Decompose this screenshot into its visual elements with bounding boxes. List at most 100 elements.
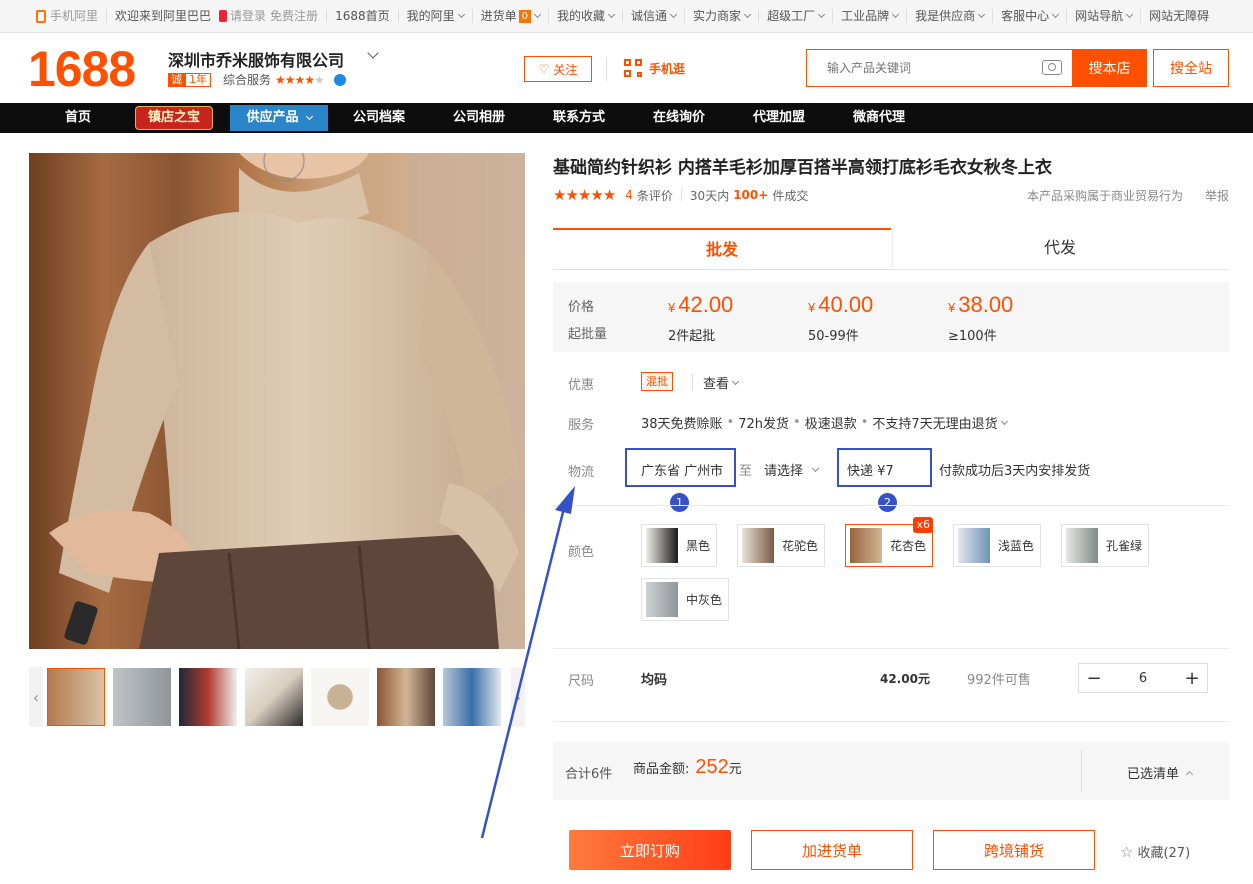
ship-from-location[interactable]: 广东省 广州市: [641, 460, 723, 479]
to-word: 至: [739, 464, 753, 479]
site-nav-menu[interactable]: 网站导航: [1067, 9, 1142, 23]
color-option-apricot[interactable]: 花杏色 x6: [845, 517, 933, 567]
my-ali-menu[interactable]: 我的阿里: [399, 9, 473, 23]
thumbnail[interactable]: [245, 668, 303, 726]
color-option-peacock-green[interactable]: 孔雀绿: [1061, 524, 1149, 567]
tier-price: ¥38.00: [948, 292, 1014, 317]
chevron-down-icon: [978, 10, 986, 19]
deals-prefix: 30天内: [689, 188, 730, 203]
favorites-menu[interactable]: 我的收藏: [549, 9, 624, 23]
plus-button[interactable]: +: [1177, 664, 1207, 692]
nav-supply[interactable]: 供应产品: [230, 105, 328, 131]
color-option-black[interactable]: 黑色: [641, 524, 717, 567]
currency-symbol: ¥: [668, 300, 676, 315]
destination-select[interactable]: 请选择: [764, 460, 820, 479]
main-product-image[interactable]: [29, 153, 525, 649]
chevron-down-icon: [457, 10, 465, 19]
register-link[interactable]: 免费注册: [270, 9, 318, 23]
color-option-medium-gray[interactable]: 中灰色: [641, 578, 729, 621]
amount-unit: 元: [728, 762, 742, 777]
thumbnail[interactable]: [311, 668, 369, 726]
report-link[interactable]: 举报: [1205, 187, 1229, 204]
mobile-ali-link[interactable]: 手机阿里: [28, 9, 108, 23]
accessible-link[interactable]: 网站无障碍: [1141, 9, 1217, 23]
view-promo-button[interactable]: 查看: [703, 373, 740, 392]
moq-label: 起批量: [568, 327, 608, 342]
thumbnail[interactable]: [179, 668, 237, 726]
color-swatch: [1066, 528, 1098, 563]
supplier-menu[interactable]: 我是供应商: [907, 9, 994, 23]
login-link[interactable]: 请登录: [230, 9, 266, 23]
color-option-camel[interactable]: 花驼色: [737, 524, 825, 567]
strength-menu[interactable]: 实力商家: [685, 9, 760, 23]
crossborder-button[interactable]: 跨境铺货: [933, 830, 1095, 870]
tab-wholesale[interactable]: 批发: [553, 228, 891, 269]
size-price: 42.00元: [880, 672, 930, 686]
shop-nav: 首页 镇店之宝 供应产品 公司档案 公司相册 联系方式 在线询价 代理加盟 微商…: [0, 103, 1253, 133]
company-name[interactable]: 深圳市乔米服饰有限公司: [168, 47, 344, 71]
nav-agent[interactable]: 代理加盟: [729, 103, 829, 133]
seller-badges: 诚 1年 综合服务 ★★★★★: [168, 71, 346, 88]
cart-count-badge: 0: [518, 9, 532, 23]
home-1688-link[interactable]: 1688首页: [327, 9, 399, 23]
thumbnail[interactable]: [113, 668, 171, 726]
chevron-right-icon[interactable]: ›: [511, 667, 525, 727]
color-swatch: [742, 528, 774, 563]
chengxintong-menu[interactable]: 诚信通: [623, 9, 686, 23]
thumbnail[interactable]: [443, 668, 501, 726]
size-value: 均码: [641, 673, 668, 688]
favorite-button[interactable]: ☆ 收藏(27): [1120, 842, 1190, 862]
tier-price: ¥40.00: [808, 292, 874, 317]
arrow-head: [555, 486, 575, 514]
chevron-down-icon: [1052, 10, 1060, 19]
star-icon: ★: [314, 72, 325, 87]
service-menu[interactable]: 客服中心: [993, 9, 1068, 23]
follow-button[interactable]: ♡ 关注: [524, 56, 592, 82]
logo[interactable]: 1688: [28, 41, 136, 97]
quantity-badge: x6: [913, 517, 933, 533]
minus-button[interactable]: −: [1079, 664, 1109, 692]
wangwang-chat-icon[interactable]: [333, 73, 346, 86]
thumbnail[interactable]: [47, 668, 105, 726]
color-swatch: [646, 582, 678, 617]
chevron-left-icon[interactable]: ‹: [29, 667, 43, 727]
search-all-button[interactable]: 搜全站: [1153, 49, 1229, 87]
shipping-fee: 快递 ¥7: [847, 464, 894, 479]
review-count[interactable]: 4: [625, 188, 633, 202]
search-input[interactable]: [807, 50, 1027, 86]
amount-value: 252: [695, 756, 729, 778]
stock-available: 992件可售: [967, 673, 1031, 688]
search-store-button[interactable]: 搜本店: [1072, 49, 1147, 87]
chevron-down-icon[interactable]: [367, 47, 379, 59]
nav-album[interactable]: 公司相册: [429, 103, 529, 133]
nav-home[interactable]: 首页: [0, 103, 156, 133]
add-to-cart-button[interactable]: 加进货单: [751, 830, 913, 870]
selected-list-toggle[interactable]: 已选清单: [1127, 763, 1194, 782]
color-option-light-blue[interactable]: 浅蓝色: [953, 524, 1041, 567]
nav-inquiry[interactable]: 在线询价: [629, 103, 729, 133]
search-box: [806, 49, 1072, 87]
service-list[interactable]: 38天免费赊账 • 72h发货 • 极速退款 • 不支持7天无理由退货: [641, 413, 1008, 432]
color-swatch: [850, 528, 882, 563]
quantity-value[interactable]: 6: [1109, 671, 1177, 686]
price-tier: ¥38.00 ≥100件: [948, 290, 1013, 344]
nav-treasure[interactable]: 镇店之宝: [135, 106, 214, 130]
thumbnail[interactable]: [377, 668, 435, 726]
brand-menu[interactable]: 工业品牌: [833, 9, 908, 23]
heart-icon: ♡: [538, 62, 550, 76]
mobile-shop-link[interactable]: 手机逛: [624, 59, 685, 77]
chevron-down-icon: [731, 377, 740, 385]
nav-contact[interactable]: 联系方式: [529, 103, 629, 133]
nav-profile[interactable]: 公司档案: [329, 103, 429, 133]
currency-symbol: ¥: [948, 300, 956, 315]
product-title: 基础简约针织衫 内搭羊毛衫加厚百搭半高领打底衫毛衣女秋冬上衣: [553, 158, 1052, 178]
tab-dropship[interactable]: 代发: [891, 228, 1229, 269]
camera-icon[interactable]: [1042, 60, 1062, 75]
trade-note: 本产品采购属于商业贸易行为: [1026, 188, 1183, 203]
price-tier: ¥40.00 50-99件: [808, 290, 873, 344]
cart-menu[interactable]: 进货单 0: [473, 9, 550, 23]
nav-micro[interactable]: 微商代理: [829, 103, 929, 133]
logistics-label: 物流: [568, 465, 595, 480]
factory-menu[interactable]: 超级工厂: [759, 9, 834, 23]
buy-now-button[interactable]: 立即订购: [569, 830, 731, 870]
